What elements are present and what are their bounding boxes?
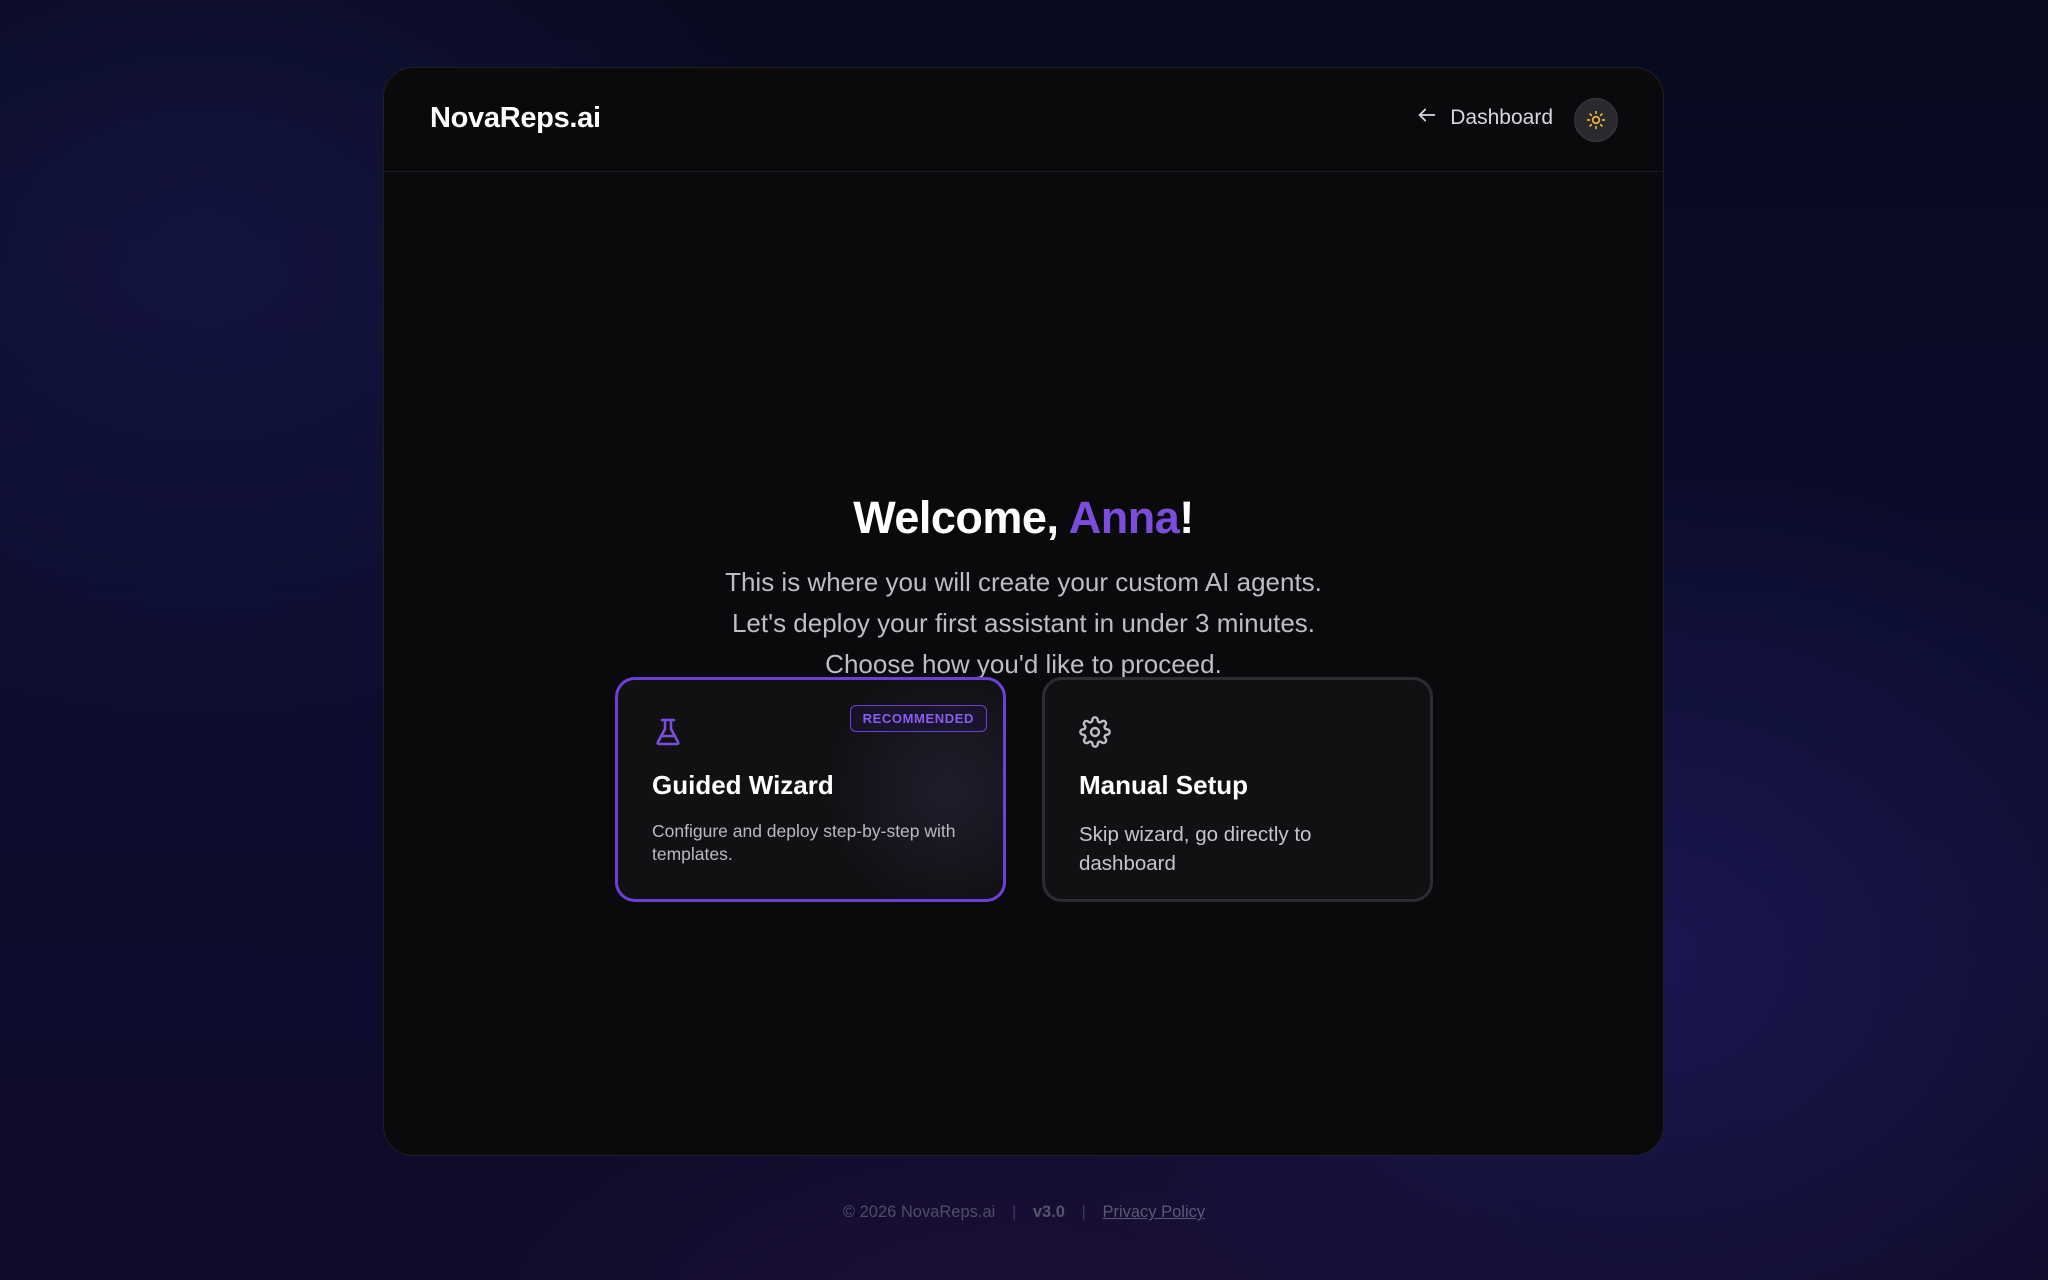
welcome-greeting: Welcome,: [853, 492, 1069, 543]
version-label: v3.0: [1032, 1203, 1065, 1222]
sun-icon: [1586, 110, 1606, 130]
user-name: Anna: [1068, 492, 1180, 543]
card-description: Configure and deploy step-by-step with t…: [652, 821, 956, 864]
top-bar: NovaReps.ai Dashboard: [384, 68, 1663, 172]
card-description: Skip wizard, go directly to dashboard: [1079, 823, 1312, 875]
card-title: Manual Setup: [1079, 770, 1249, 800]
privacy-policy-link[interactable]: Privacy Policy: [1102, 1203, 1205, 1222]
flask-icon: [652, 716, 684, 748]
copyright-text: © 2026 NovaReps.ai: [842, 1203, 996, 1222]
card-title: Guided Wizard: [652, 770, 834, 800]
subtitle-line: Choose how you'd like to proceed.: [825, 649, 1222, 679]
welcome-section: Welcome, Anna! This is where you will cr…: [384, 488, 1663, 685]
welcome-subtitle: This is where you will create your custo…: [384, 562, 1663, 685]
manual-setup-card[interactable]: Manual Setup Skip wizard, go directly to…: [1042, 677, 1433, 902]
recommended-badge: RECOMMENDED: [849, 705, 987, 732]
guided-wizard-card[interactable]: RECOMMENDED Guided Wizard Configure and …: [615, 677, 1006, 902]
dashboard-link[interactable]: Dashboard: [1416, 104, 1553, 132]
page-footer: © 2026 NovaReps.ai | v3.0 | Privacy Poli…: [0, 1203, 2048, 1222]
welcome-heading: Welcome, Anna!: [384, 488, 1663, 548]
dashboard-link-label: Dashboard: [1450, 106, 1553, 129]
subtitle-line: Let's deploy your first assistant in und…: [731, 608, 1316, 638]
footer-divider: |: [1081, 1203, 1086, 1222]
app-window: NovaReps.ai Dashboard Welcome, Anna! Thi…: [383, 67, 1664, 1156]
subtitle-line: This is where you will create your custo…: [725, 567, 1322, 597]
arrow-left-icon: [1416, 104, 1438, 132]
brand-logo[interactable]: NovaReps.ai: [430, 102, 601, 135]
footer-divider: |: [1011, 1203, 1017, 1222]
theme-toggle-button[interactable]: [1574, 98, 1618, 142]
welcome-exclamation: !: [1179, 492, 1194, 543]
gear-icon: [1079, 716, 1111, 748]
